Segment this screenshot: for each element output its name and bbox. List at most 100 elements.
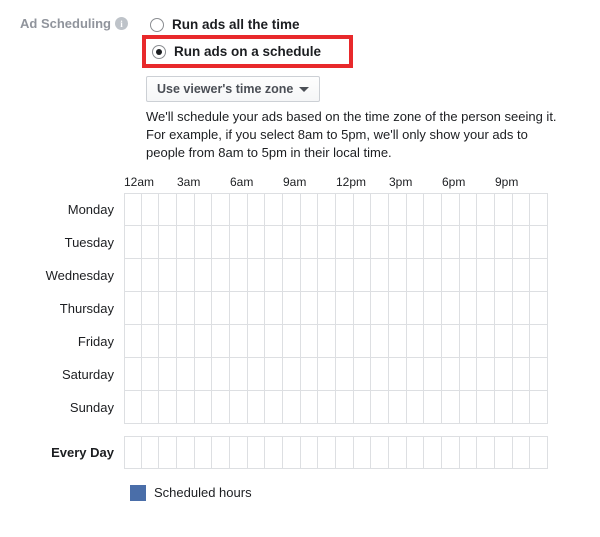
schedule-cell[interactable]: [177, 436, 195, 469]
schedule-cell[interactable]: [195, 193, 213, 226]
schedule-cell[interactable]: [424, 325, 442, 358]
schedule-cell[interactable]: [212, 226, 230, 259]
schedule-cell[interactable]: [513, 259, 531, 292]
schedule-cell[interactable]: [177, 193, 195, 226]
schedule-cell[interactable]: [124, 226, 142, 259]
schedule-cell[interactable]: [230, 292, 248, 325]
schedule-cell[interactable]: [195, 391, 213, 424]
schedule-cell[interactable]: [424, 391, 442, 424]
schedule-cell[interactable]: [407, 436, 425, 469]
schedule-cell[interactable]: [159, 259, 177, 292]
schedule-cell[interactable]: [513, 226, 531, 259]
radio-run-schedule[interactable]: Run ads on a schedule: [148, 41, 325, 62]
schedule-cell[interactable]: [530, 292, 548, 325]
schedule-cell[interactable]: [177, 391, 195, 424]
schedule-cell[interactable]: [283, 193, 301, 226]
schedule-cell[interactable]: [177, 325, 195, 358]
schedule-cell[interactable]: [318, 259, 336, 292]
schedule-cell[interactable]: [301, 325, 319, 358]
schedule-cell[interactable]: [142, 259, 160, 292]
schedule-cell[interactable]: [530, 436, 548, 469]
schedule-cell[interactable]: [230, 436, 248, 469]
schedule-cell[interactable]: [195, 292, 213, 325]
schedule-cell[interactable]: [530, 259, 548, 292]
schedule-cell[interactable]: [142, 193, 160, 226]
schedule-cell[interactable]: [530, 226, 548, 259]
schedule-cell[interactable]: [513, 292, 531, 325]
schedule-cell[interactable]: [159, 325, 177, 358]
schedule-cell[interactable]: [460, 436, 478, 469]
schedule-cell[interactable]: [336, 358, 354, 391]
schedule-cell[interactable]: [212, 193, 230, 226]
schedule-cell[interactable]: [442, 358, 460, 391]
schedule-cell[interactable]: [142, 358, 160, 391]
schedule-cell[interactable]: [354, 391, 372, 424]
schedule-cell[interactable]: [318, 391, 336, 424]
schedule-cell[interactable]: [389, 259, 407, 292]
schedule-cell[interactable]: [318, 325, 336, 358]
schedule-cell[interactable]: [195, 259, 213, 292]
schedule-cell[interactable]: [265, 436, 283, 469]
schedule-cell[interactable]: [230, 325, 248, 358]
schedule-cell[interactable]: [248, 391, 266, 424]
schedule-cell[interactable]: [142, 226, 160, 259]
schedule-cell[interactable]: [283, 436, 301, 469]
schedule-cell[interactable]: [477, 436, 495, 469]
schedule-cell[interactable]: [177, 292, 195, 325]
schedule-cell[interactable]: [212, 325, 230, 358]
schedule-cell[interactable]: [371, 391, 389, 424]
schedule-cell[interactable]: [124, 325, 142, 358]
schedule-cell[interactable]: [354, 292, 372, 325]
schedule-cell[interactable]: [195, 325, 213, 358]
schedule-cell[interactable]: [142, 325, 160, 358]
schedule-cell[interactable]: [336, 259, 354, 292]
schedule-cell[interactable]: [389, 358, 407, 391]
schedule-cell[interactable]: [477, 391, 495, 424]
schedule-cell[interactable]: [407, 325, 425, 358]
schedule-cell[interactable]: [336, 325, 354, 358]
schedule-cell[interactable]: [460, 391, 478, 424]
schedule-cell[interactable]: [460, 358, 478, 391]
schedule-cell[interactable]: [265, 292, 283, 325]
schedule-cell[interactable]: [318, 193, 336, 226]
schedule-cell[interactable]: [495, 436, 513, 469]
schedule-cell[interactable]: [371, 193, 389, 226]
schedule-cell[interactable]: [283, 325, 301, 358]
radio-run-all-time[interactable]: Run ads all the time: [146, 14, 580, 35]
schedule-cell[interactable]: [212, 292, 230, 325]
schedule-cell[interactable]: [318, 436, 336, 469]
schedule-cell[interactable]: [301, 259, 319, 292]
schedule-cell[interactable]: [477, 358, 495, 391]
schedule-cell[interactable]: [424, 292, 442, 325]
schedule-cell[interactable]: [265, 259, 283, 292]
schedule-cell[interactable]: [354, 259, 372, 292]
schedule-cell[interactable]: [371, 358, 389, 391]
schedule-cell[interactable]: [495, 226, 513, 259]
schedule-cell[interactable]: [301, 193, 319, 226]
schedule-cell[interactable]: [354, 226, 372, 259]
schedule-cell[interactable]: [248, 259, 266, 292]
schedule-cell[interactable]: [477, 259, 495, 292]
schedule-cell[interactable]: [389, 292, 407, 325]
schedule-cell[interactable]: [389, 226, 407, 259]
schedule-cell[interactable]: [230, 358, 248, 391]
schedule-cell[interactable]: [477, 226, 495, 259]
schedule-cell[interactable]: [212, 259, 230, 292]
schedule-cell[interactable]: [407, 259, 425, 292]
schedule-cell[interactable]: [460, 226, 478, 259]
schedule-cell[interactable]: [159, 436, 177, 469]
schedule-cell[interactable]: [495, 259, 513, 292]
schedule-cell[interactable]: [195, 358, 213, 391]
schedule-cell[interactable]: [248, 226, 266, 259]
schedule-cell[interactable]: [212, 391, 230, 424]
schedule-cell[interactable]: [424, 226, 442, 259]
schedule-cell[interactable]: [460, 193, 478, 226]
schedule-cell[interactable]: [212, 358, 230, 391]
schedule-cell[interactable]: [495, 358, 513, 391]
schedule-cell[interactable]: [142, 292, 160, 325]
schedule-cell[interactable]: [195, 436, 213, 469]
schedule-cell[interactable]: [442, 325, 460, 358]
schedule-cell[interactable]: [513, 193, 531, 226]
schedule-cell[interactable]: [248, 292, 266, 325]
schedule-cell[interactable]: [442, 259, 460, 292]
